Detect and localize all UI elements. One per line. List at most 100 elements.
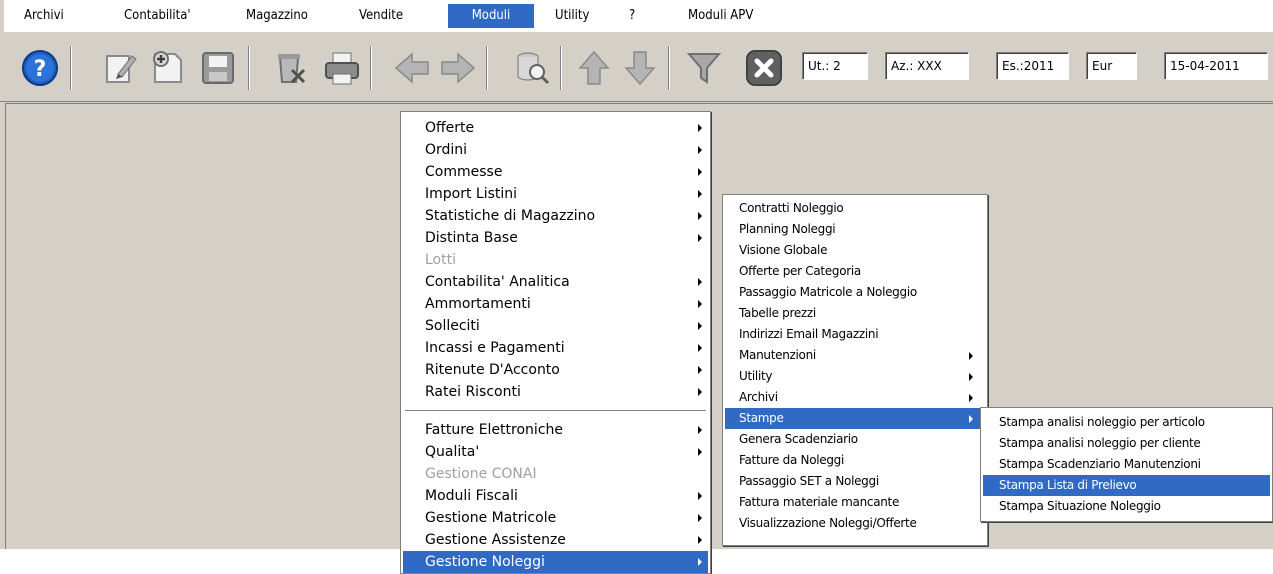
- menu-item-import-listini[interactable]: Import Listini: [401, 183, 710, 205]
- menu-separator: [405, 410, 706, 412]
- menu-item-tabelle-prezzi[interactable]: Tabelle prezzi: [723, 303, 987, 324]
- menu-utility[interactable]: Utility: [545, 4, 599, 28]
- menu-item-visione-globale[interactable]: Visione Globale: [723, 240, 987, 261]
- arrow-left-icon[interactable]: [392, 48, 432, 88]
- menu-help[interactable]: ?: [619, 4, 645, 28]
- menu-item-archivi[interactable]: Archivi: [723, 387, 987, 408]
- menu-item-ratei-risconti[interactable]: Ratei Risconti: [401, 381, 710, 403]
- submenu-arrow-icon: [698, 146, 702, 154]
- menu-item-qualita[interactable]: Qualita': [401, 441, 710, 463]
- menu-item-distinta-base[interactable]: Distinta Base: [401, 227, 710, 249]
- menu-item-stampa-lista-prelievo[interactable]: Stampa Lista di Prelievo: [983, 475, 1270, 496]
- submenu-arrow-icon: [698, 212, 702, 220]
- menu-archivi[interactable]: Archivi: [14, 4, 74, 28]
- stampe-submenu: Stampa analisi noleggio per articolo Sta…: [980, 407, 1273, 522]
- submenu-arrow-icon: [969, 415, 973, 423]
- submenu-arrow-icon: [698, 558, 702, 566]
- arrow-down-icon[interactable]: [620, 48, 660, 88]
- submenu-arrow-icon: [969, 373, 973, 381]
- menu-item-contabilita-analitica[interactable]: Contabilita' Analitica: [401, 271, 710, 293]
- toolbar-separator: [248, 46, 250, 90]
- menu-bar: Archivi Contabilita' Magazzino Vendite M…: [4, 0, 1273, 32]
- print-icon[interactable]: [322, 48, 362, 88]
- submenu-arrow-icon: [698, 234, 702, 242]
- menu-item-incassi-pagamenti[interactable]: Incassi e Pagamenti: [401, 337, 710, 359]
- submenu-arrow-icon: [698, 300, 702, 308]
- submenu-arrow-icon: [969, 394, 973, 402]
- menu-item-ritenute-acconto[interactable]: Ritenute D'Acconto: [401, 359, 710, 381]
- menu-item-gestione-noleggi[interactable]: Gestione Noleggi: [403, 551, 708, 573]
- menu-item-moduli-fiscali[interactable]: Moduli Fiscali: [401, 485, 710, 507]
- menu-item-gestione-conai: Gestione CONAI: [425, 466, 537, 482]
- menu-item-gestione-matricole[interactable]: Gestione Matricole: [401, 507, 710, 529]
- menu-item-visualizzazione-noleggi[interactable]: Visualizzazione Noleggi/Offerte: [723, 513, 987, 534]
- arrow-up-icon[interactable]: [574, 48, 614, 88]
- menu-item-offerte-categoria[interactable]: Offerte per Categoria: [723, 261, 987, 282]
- arrow-right-icon[interactable]: [438, 48, 478, 88]
- save-icon[interactable]: [198, 48, 238, 88]
- menu-item-stampa-situazione[interactable]: Stampa Situazione Noleggio: [981, 496, 1272, 517]
- submenu-arrow-icon: [698, 514, 702, 522]
- submenu-arrow-icon: [698, 388, 702, 396]
- menu-item-statistiche-magazzino[interactable]: Statistiche di Magazzino: [401, 205, 710, 227]
- submenu-arrow-icon: [698, 536, 702, 544]
- menu-item-stampa-analisi-cliente[interactable]: Stampa analisi noleggio per cliente: [981, 433, 1272, 454]
- menu-item-stampa-scadenziario[interactable]: Stampa Scadenziario Manutenzioni: [981, 454, 1272, 475]
- filter-icon[interactable]: [684, 48, 724, 88]
- menu-item-offerte[interactable]: Offerte: [401, 117, 710, 139]
- new-document-icon[interactable]: [148, 48, 188, 88]
- menu-item-solleciti[interactable]: Solleciti: [401, 315, 710, 337]
- menu-item-contratti-noleggio[interactable]: Contratti Noleggio: [723, 198, 987, 219]
- date-status-field: 15-04-2011: [1164, 52, 1268, 80]
- svg-text:?: ?: [34, 57, 47, 82]
- user-status-field: Ut.: 2: [802, 52, 868, 80]
- menu-item-passaggio-matricole[interactable]: Passaggio Matricole a Noleggio: [723, 282, 987, 303]
- currency-status-field: Eur: [1086, 52, 1137, 80]
- menu-contabilita[interactable]: Contabilita': [114, 4, 201, 28]
- menu-item-commesse[interactable]: Commesse: [401, 161, 710, 183]
- help-icon[interactable]: ?: [20, 48, 60, 88]
- menu-item-gestione-assistenze[interactable]: Gestione Assistenze: [401, 529, 710, 551]
- submenu-arrow-icon: [698, 322, 702, 330]
- close-icon[interactable]: [744, 48, 784, 88]
- menu-item-planning-noleggi[interactable]: Planning Noleggi: [723, 219, 987, 240]
- submenu-arrow-icon: [698, 426, 702, 434]
- submenu-arrow-icon: [698, 190, 702, 198]
- menu-item-genera-scadenziario[interactable]: Genera Scadenziario: [723, 429, 987, 450]
- toolbar-separator: [70, 46, 72, 90]
- moduli-dropdown-menu: Offerte Ordini Commesse Import Listini S…: [400, 111, 711, 574]
- menu-item-stampe[interactable]: Stampe: [725, 408, 985, 429]
- menu-item-fatture-noleggi[interactable]: Fatture da Noleggi: [723, 450, 987, 471]
- submenu-arrow-icon: [698, 366, 702, 374]
- menu-magazzino[interactable]: Magazzino: [236, 4, 318, 28]
- menu-item-passaggio-set[interactable]: Passaggio SET a Noleggi: [723, 471, 987, 492]
- submenu-arrow-icon: [698, 448, 702, 456]
- toolbar-separator: [486, 46, 488, 90]
- edit-icon[interactable]: [100, 48, 140, 88]
- menu-item-fattura-materiale[interactable]: Fattura materiale mancante: [723, 492, 987, 513]
- menu-moduli[interactable]: Moduli: [448, 4, 534, 28]
- menu-item-indirizzi-email[interactable]: Indirizzi Email Magazzini: [723, 324, 987, 345]
- noleggi-submenu: Contratti Noleggio Planning Noleggi Visi…: [722, 194, 988, 546]
- submenu-arrow-icon: [698, 492, 702, 500]
- menu-moduli-apv[interactable]: Moduli APV: [678, 4, 763, 28]
- menu-item-ammortamenti[interactable]: Ammortamenti: [401, 293, 710, 315]
- toolbar-separator: [668, 46, 670, 90]
- menu-item-stampa-analisi-articolo[interactable]: Stampa analisi noleggio per articolo: [981, 412, 1272, 433]
- toolbar-separator: [370, 46, 372, 90]
- submenu-arrow-icon: [969, 352, 973, 360]
- menu-item-ordini[interactable]: Ordini: [401, 139, 710, 161]
- menu-vendite[interactable]: Vendite: [349, 4, 413, 28]
- submenu-arrow-icon: [698, 124, 702, 132]
- submenu-arrow-icon: [698, 344, 702, 352]
- company-status-field: Az.: XXX: [885, 52, 969, 80]
- menu-item-fatture-elettroniche[interactable]: Fatture Elettroniche: [401, 419, 710, 441]
- submenu-arrow-icon: [698, 168, 702, 176]
- delete-icon[interactable]: [270, 48, 310, 88]
- toolbar: ? Ut.: 2 Az.: XXX Es.:2011 Eur 15-04-201…: [0, 32, 1273, 102]
- toolbar-separator: [560, 46, 562, 90]
- search-database-icon[interactable]: [512, 48, 552, 88]
- menu-item-utility[interactable]: Utility: [723, 366, 987, 387]
- menu-item-manutenzioni[interactable]: Manutenzioni: [723, 345, 987, 366]
- menu-item-lotti: Lotti: [425, 252, 456, 268]
